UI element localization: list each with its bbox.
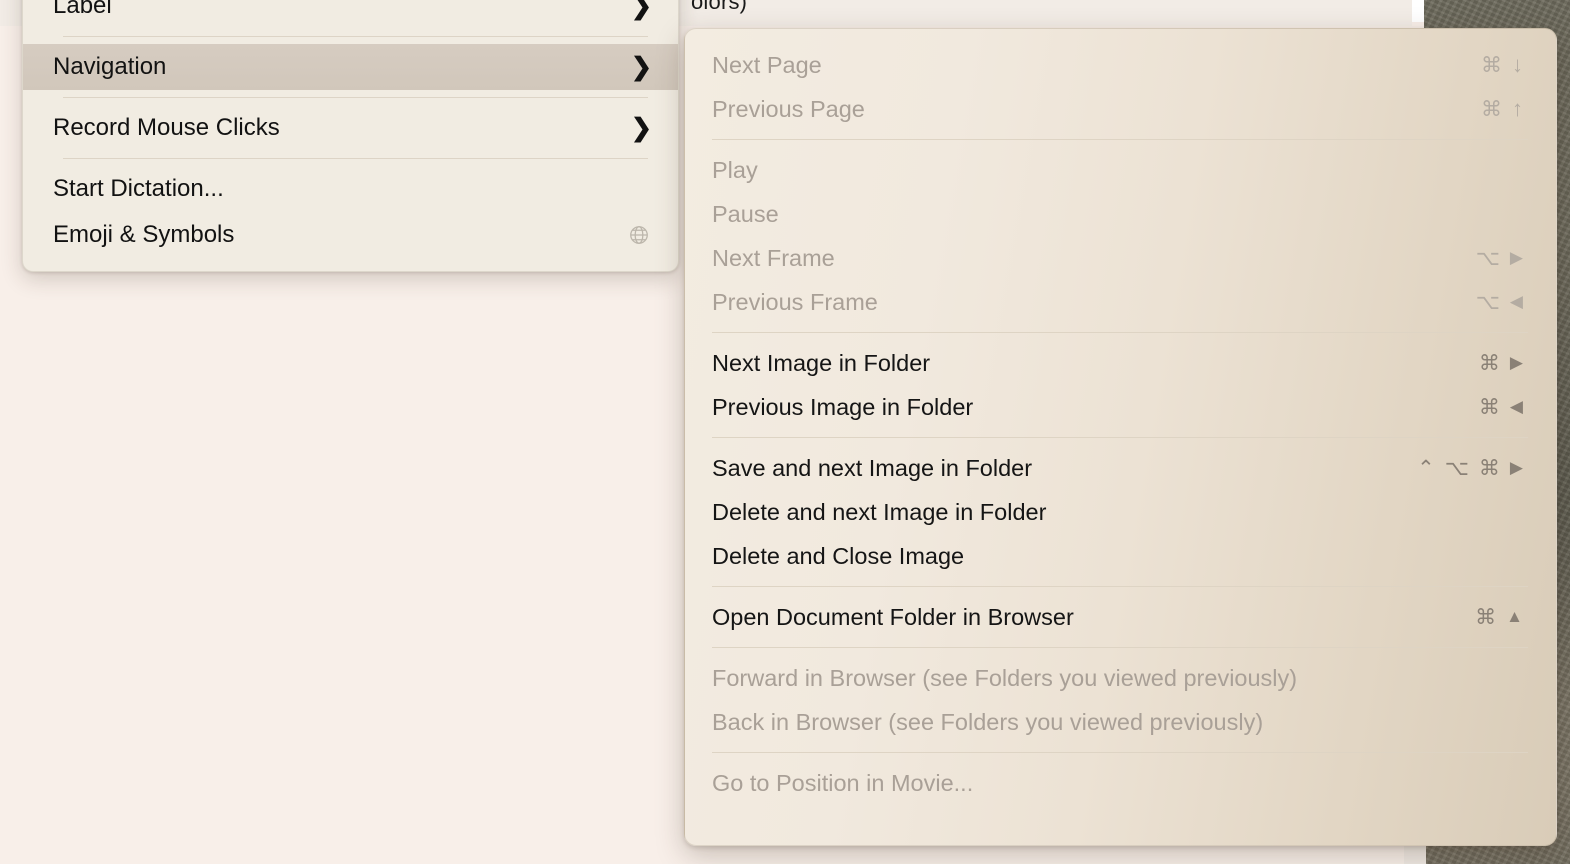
- command-key-glyph: ⌘: [1478, 351, 1505, 375]
- submenu-item-pause: Pause: [685, 192, 1556, 236]
- submenu-separator: [712, 647, 1528, 648]
- command-key-glyph: ⌘: [1478, 395, 1505, 419]
- submenu-separator: [712, 752, 1528, 753]
- submenu-item-delete-and-next-image-in-folder[interactable]: Delete and next Image in Folder: [685, 490, 1556, 534]
- command-key-glyph: ⌘: [1475, 605, 1502, 629]
- menu-item-label: Emoji & Symbols: [53, 221, 235, 248]
- arrow-down-key-glyph: ↓: [1512, 52, 1528, 77]
- menu-item-label: Label: [53, 0, 112, 19]
- menu-separator: [63, 158, 648, 159]
- triangle-left-key-glyph: ◀: [1509, 396, 1528, 416]
- submenu-separator: [712, 332, 1528, 333]
- submenu-item-delete-and-close-image[interactable]: Delete and Close Image: [685, 534, 1556, 578]
- submenu-item-label: Previous Frame: [712, 288, 878, 315]
- submenu-item-shortcut: ⌘ ↑: [1481, 98, 1528, 120]
- submenu-item-label: Next Image in Folder: [712, 349, 931, 376]
- triangle-left-key-glyph: ◀: [1509, 291, 1528, 311]
- triangle-up-key-glyph: ▲: [1506, 606, 1528, 626]
- submenu-item-next-image-in-folder[interactable]: Next Image in Folder ⌘ ▶: [685, 341, 1556, 385]
- triangle-right-key-glyph: ▶: [1509, 457, 1528, 477]
- submenu-item-label: Next Frame: [712, 244, 835, 271]
- control-key-glyph: ⌃: [1417, 456, 1440, 480]
- submenu-item-shortcut: ⌥ ▶: [1476, 248, 1528, 269]
- submenu-item-label: Previous Page: [712, 95, 865, 122]
- command-key-glyph: ⌘: [1481, 53, 1507, 77]
- submenu-item-label: Back in Browser (see Folders you viewed …: [712, 708, 1264, 735]
- command-key-glyph: ⌘: [1481, 97, 1507, 121]
- navigation-submenu[interactable]: Next Page ⌘ ↓ Previous Page ⌘ ↑ Play Pause Next …: [684, 28, 1557, 846]
- underlying-window-partial-text: olors): [691, 0, 748, 14]
- submenu-item-back-in-browser: Back in Browser (see Folders you viewed …: [685, 700, 1556, 744]
- submenu-item-label: Pause: [712, 200, 779, 227]
- submenu-item-go-to-position-in-movie: Go to Position in Movie...: [685, 761, 1556, 805]
- submenu-item-shortcut: ⌥ ◀: [1476, 292, 1528, 313]
- triangle-right-key-glyph: ▶: [1509, 352, 1528, 372]
- submenu-item-next-frame: Next Frame ⌥ ▶: [685, 236, 1556, 280]
- submenu-item-shortcut: ⌘ ▶: [1479, 353, 1528, 374]
- submenu-item-previous-image-in-folder[interactable]: Previous Image in Folder ⌘ ◀: [685, 385, 1556, 429]
- submenu-item-shortcut: ⌘ ↓: [1481, 54, 1528, 76]
- submenu-item-previous-frame: Previous Frame ⌥ ◀: [685, 280, 1556, 324]
- menu-item-label: Start Dictation...: [53, 175, 224, 202]
- submenu-item-shortcut: ⌘ ▲: [1475, 607, 1528, 628]
- option-key-glyph: ⌥: [1475, 290, 1505, 314]
- menu-separator: [63, 97, 648, 98]
- submenu-item-label: Delete and Close Image: [712, 542, 965, 569]
- submenu-item-label: Next Page: [712, 51, 822, 78]
- menu-item-record-mouse-clicks[interactable]: Record Mouse Clicks ❯: [23, 105, 678, 151]
- parent-menu[interactable]: Label ❯ Navigation ❯ Record Mouse Clicks ❯ Sta…: [22, 0, 679, 272]
- menu-item-start-dictation[interactable]: Start Dictation...: [23, 166, 678, 212]
- submenu-item-shortcut: ⌘ ◀: [1479, 397, 1528, 418]
- menu-item-navigation[interactable]: Navigation ❯: [23, 44, 678, 90]
- command-key-glyph: ⌘: [1478, 456, 1505, 480]
- menu-item-label: Navigation: [53, 53, 167, 80]
- submenu-item-save-and-next-image-in-folder[interactable]: Save and next Image in Folder ⌃ ⌥ ⌘ ▶: [685, 446, 1556, 490]
- submenu-separator: [712, 437, 1528, 438]
- arrow-up-key-glyph: ↑: [1512, 96, 1528, 121]
- menu-item-label[interactable]: Label ❯: [23, 0, 678, 29]
- option-key-glyph: ⌥: [1475, 246, 1505, 270]
- menu-separator: [63, 36, 648, 37]
- option-key-glyph: ⌥: [1444, 456, 1474, 480]
- submenu-separator: [712, 139, 1528, 140]
- submenu-item-forward-in-browser: Forward in Browser (see Folders you view…: [685, 656, 1556, 700]
- chevron-right-icon: ❯: [631, 52, 652, 81]
- submenu-item-label: Delete and next Image in Folder: [712, 498, 1047, 525]
- submenu-item-label: Save and next Image in Folder: [712, 454, 1033, 481]
- submenu-item-label: Open Document Folder in Browser: [712, 603, 1074, 630]
- menu-item-emoji-symbols[interactable]: Emoji & Symbols: [23, 212, 678, 258]
- triangle-right-key-glyph: ▶: [1509, 247, 1528, 267]
- globe-icon: [630, 226, 648, 244]
- chevron-right-icon: ❯: [631, 113, 652, 142]
- submenu-item-play: Play: [685, 148, 1556, 192]
- submenu-item-label: Play: [712, 156, 758, 183]
- submenu-item-shortcut: ⌃ ⌥ ⌘ ▶: [1417, 458, 1528, 479]
- submenu-item-previous-page: Previous Page ⌘ ↑: [685, 87, 1556, 131]
- submenu-item-label: Previous Image in Folder: [712, 393, 974, 420]
- chevron-right-icon: ❯: [631, 0, 652, 20]
- submenu-separator: [712, 586, 1528, 587]
- submenu-item-open-document-folder-in-browser[interactable]: Open Document Folder in Browser ⌘ ▲: [685, 595, 1556, 639]
- submenu-item-next-page: Next Page ⌘ ↓: [685, 43, 1556, 87]
- submenu-item-label: Go to Position in Movie...: [712, 769, 974, 796]
- submenu-item-label: Forward in Browser (see Folders you view…: [712, 664, 1298, 691]
- menu-item-label: Record Mouse Clicks: [53, 114, 280, 141]
